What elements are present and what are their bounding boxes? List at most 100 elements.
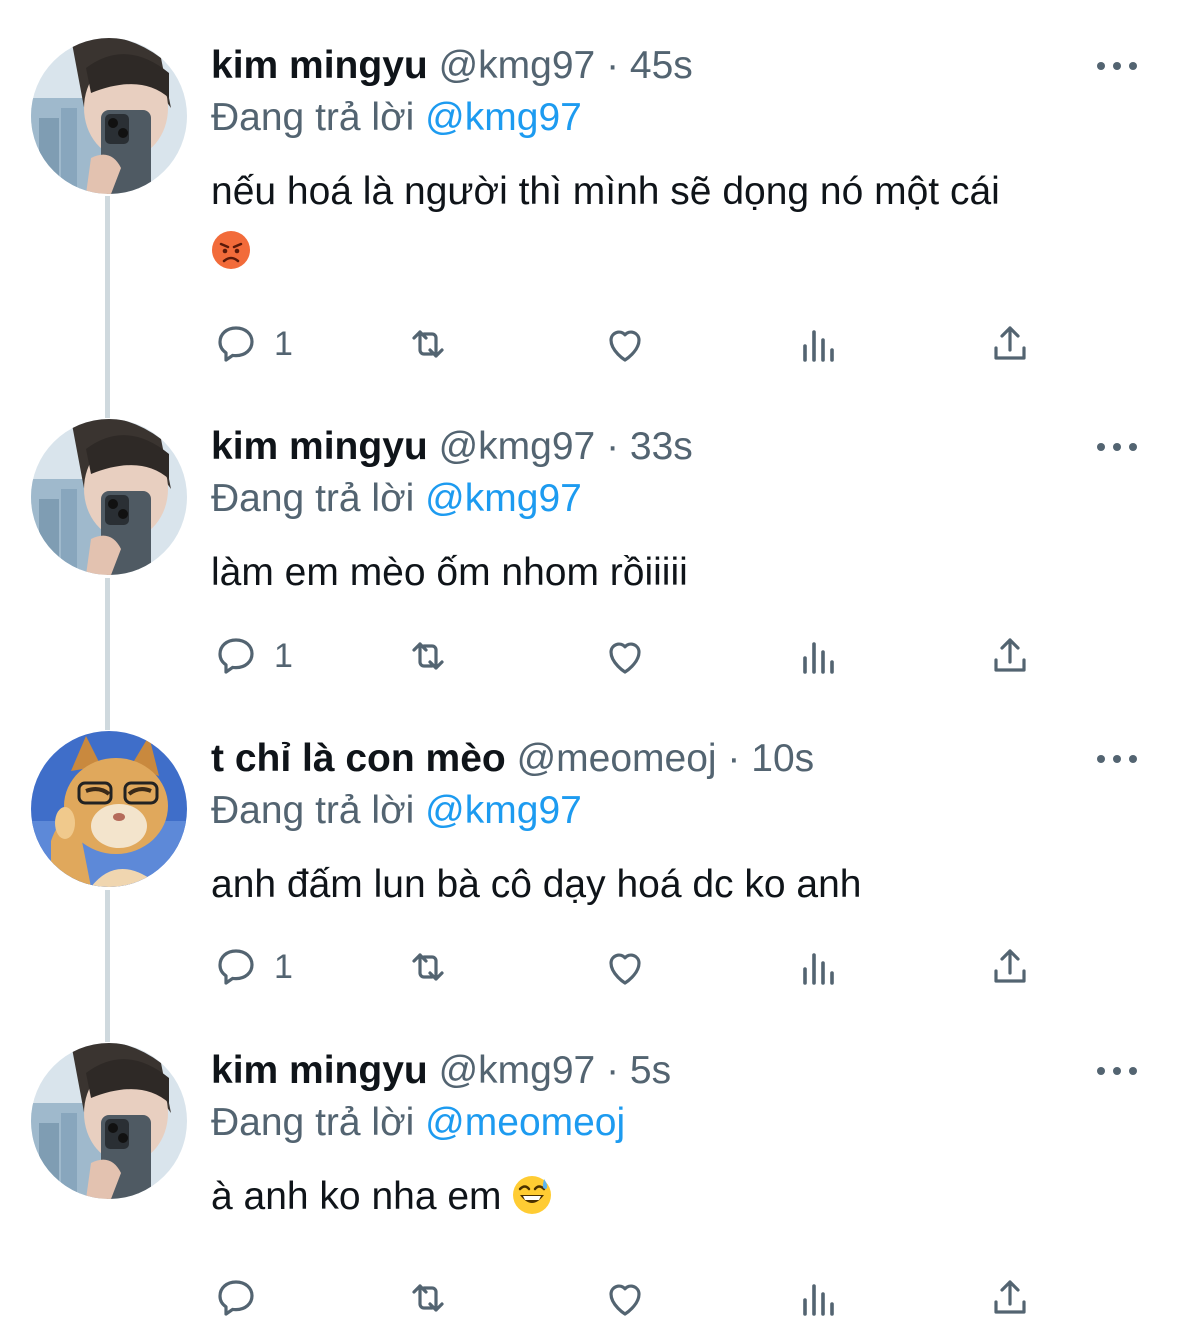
- tweet-text-content: làm em mèo ốm nhom rồiiiii: [211, 551, 688, 594]
- angry-face-emoji: [211, 230, 251, 270]
- tweet-text: à anh ko nha em: [211, 1167, 1131, 1227]
- retweet-button[interactable]: [404, 937, 452, 997]
- replying-to: Đang trả lời @kmg97: [211, 475, 582, 523]
- handle[interactable]: @meomeoj: [517, 737, 717, 780]
- reply-count: 1: [274, 636, 293, 675]
- heart-icon: [609, 642, 641, 674]
- tweet-text-content: à anh ko nha em: [211, 1175, 502, 1218]
- tweet-actions: 1: [0, 314, 1179, 374]
- like-button[interactable]: [601, 937, 649, 997]
- retweet-icon: [412, 330, 444, 358]
- avatar[interactable]: [31, 419, 187, 575]
- like-button[interactable]: [601, 1268, 649, 1328]
- reply-icon: [218, 326, 254, 362]
- timestamp[interactable]: 33s: [630, 425, 693, 468]
- heart-icon: [609, 330, 641, 362]
- share-icon: [994, 1280, 1026, 1314]
- timestamp[interactable]: 5s: [630, 1049, 671, 1092]
- share-button[interactable]: [986, 314, 1034, 374]
- share-icon: [994, 638, 1026, 672]
- more-icon[interactable]: [1097, 58, 1137, 74]
- handle[interactable]: @kmg97: [439, 1049, 596, 1092]
- reply-count: 1: [274, 324, 293, 363]
- tweet-text: anh đấm lun bà cô dạy hoá dc ko anh: [211, 855, 1131, 915]
- retweet-icon: [412, 642, 444, 670]
- share-button[interactable]: [986, 1268, 1034, 1328]
- analytics-icon: [803, 953, 834, 985]
- retweet-button[interactable]: [404, 314, 452, 374]
- tweet-text-content: nếu hoá là người thì mình sẽ dọng nó một…: [211, 170, 1000, 213]
- separator-dot: ·: [606, 1049, 620, 1092]
- views-button[interactable]: [795, 314, 843, 374]
- like-button[interactable]: [601, 626, 649, 686]
- heart-icon: [609, 953, 641, 985]
- share-button[interactable]: [986, 626, 1034, 686]
- timestamp[interactable]: 45s: [630, 44, 693, 87]
- replying-to: Đang trả lời @kmg97: [211, 787, 582, 835]
- views-button[interactable]: [795, 937, 843, 997]
- tweet-actions: 1: [0, 626, 1179, 686]
- reply-mention-link[interactable]: @kmg97: [425, 96, 582, 139]
- handle[interactable]: @kmg97: [439, 425, 596, 468]
- views-button[interactable]: [795, 626, 843, 686]
- reply-button[interactable]: [212, 1268, 274, 1328]
- retweet-icon: [412, 953, 444, 981]
- avatar[interactable]: [31, 731, 187, 887]
- tweet-actions: [0, 1268, 1179, 1328]
- more-icon[interactable]: [1097, 439, 1137, 455]
- separator-dot: ·: [606, 44, 620, 87]
- reply-prefix: Đang trả lời: [211, 1101, 415, 1144]
- timestamp[interactable]: 10s: [751, 737, 814, 780]
- tweet-text: nếu hoá là người thì mình sẽ dọng nó một…: [211, 162, 1131, 282]
- tweet-text-content: anh đấm lun bà cô dạy hoá dc ko anh: [211, 863, 862, 906]
- share-icon: [994, 949, 1026, 983]
- retweet-icon: [412, 1284, 444, 1312]
- separator-dot: ·: [606, 425, 620, 468]
- reply-prefix: Đang trả lời: [211, 96, 415, 139]
- reply-button[interactable]: 1: [212, 314, 293, 374]
- display-name[interactable]: kim mingyu: [211, 425, 428, 468]
- cat-avatar: [31, 731, 187, 887]
- replying-to: Đang trả lời @kmg97: [211, 94, 582, 142]
- person-avatar: [31, 38, 187, 194]
- analytics-icon: [803, 1284, 834, 1316]
- display-name[interactable]: t chỉ là con mèo: [211, 737, 506, 780]
- reply-mention-link[interactable]: @meomeoj: [425, 1101, 625, 1144]
- separator-dot: ·: [727, 737, 741, 780]
- tweet-header: t chỉ là con mèo @meomeoj · 10s: [211, 735, 814, 783]
- reply-icon: [218, 949, 254, 985]
- grinning-sweat-face-emoji: [512, 1175, 552, 1215]
- tweet-actions: 1: [0, 937, 1179, 997]
- tweet-header: kim mingyu @kmg97 · 45s: [211, 42, 693, 90]
- display-name[interactable]: kim mingyu: [211, 44, 428, 87]
- tweet-header: kim mingyu @kmg97 · 5s: [211, 1047, 671, 1095]
- handle[interactable]: @kmg97: [439, 44, 596, 87]
- analytics-icon: [803, 330, 834, 362]
- retweet-button[interactable]: [404, 626, 452, 686]
- avatar[interactable]: [31, 1043, 187, 1199]
- reply-mention-link[interactable]: @kmg97: [425, 789, 582, 832]
- person-avatar: [31, 1043, 187, 1199]
- retweet-button[interactable]: [404, 1268, 452, 1328]
- tweet-text: làm em mèo ốm nhom rồiiiii: [211, 543, 1131, 603]
- like-button[interactable]: [601, 314, 649, 374]
- reply-mention-link[interactable]: @kmg97: [425, 477, 582, 520]
- reply-prefix: Đang trả lời: [211, 477, 415, 520]
- views-button[interactable]: [795, 1268, 843, 1328]
- more-icon[interactable]: [1097, 1063, 1137, 1079]
- heart-icon: [609, 1284, 641, 1316]
- reply-prefix: Đang trả lời: [211, 789, 415, 832]
- more-icon[interactable]: [1097, 751, 1137, 767]
- reply-icon: [218, 638, 254, 674]
- tweet-header: kim mingyu @kmg97 · 33s: [211, 423, 693, 471]
- thread-line: [105, 196, 110, 418]
- reply-count: 1: [274, 947, 293, 986]
- display-name[interactable]: kim mingyu: [211, 1049, 428, 1092]
- reply-button[interactable]: 1: [212, 626, 293, 686]
- reply-button[interactable]: 1: [212, 937, 293, 997]
- share-icon: [994, 326, 1026, 360]
- share-button[interactable]: [986, 937, 1034, 997]
- replying-to: Đang trả lời @meomeoj: [211, 1099, 625, 1147]
- analytics-icon: [803, 642, 834, 674]
- avatar[interactable]: [31, 38, 187, 194]
